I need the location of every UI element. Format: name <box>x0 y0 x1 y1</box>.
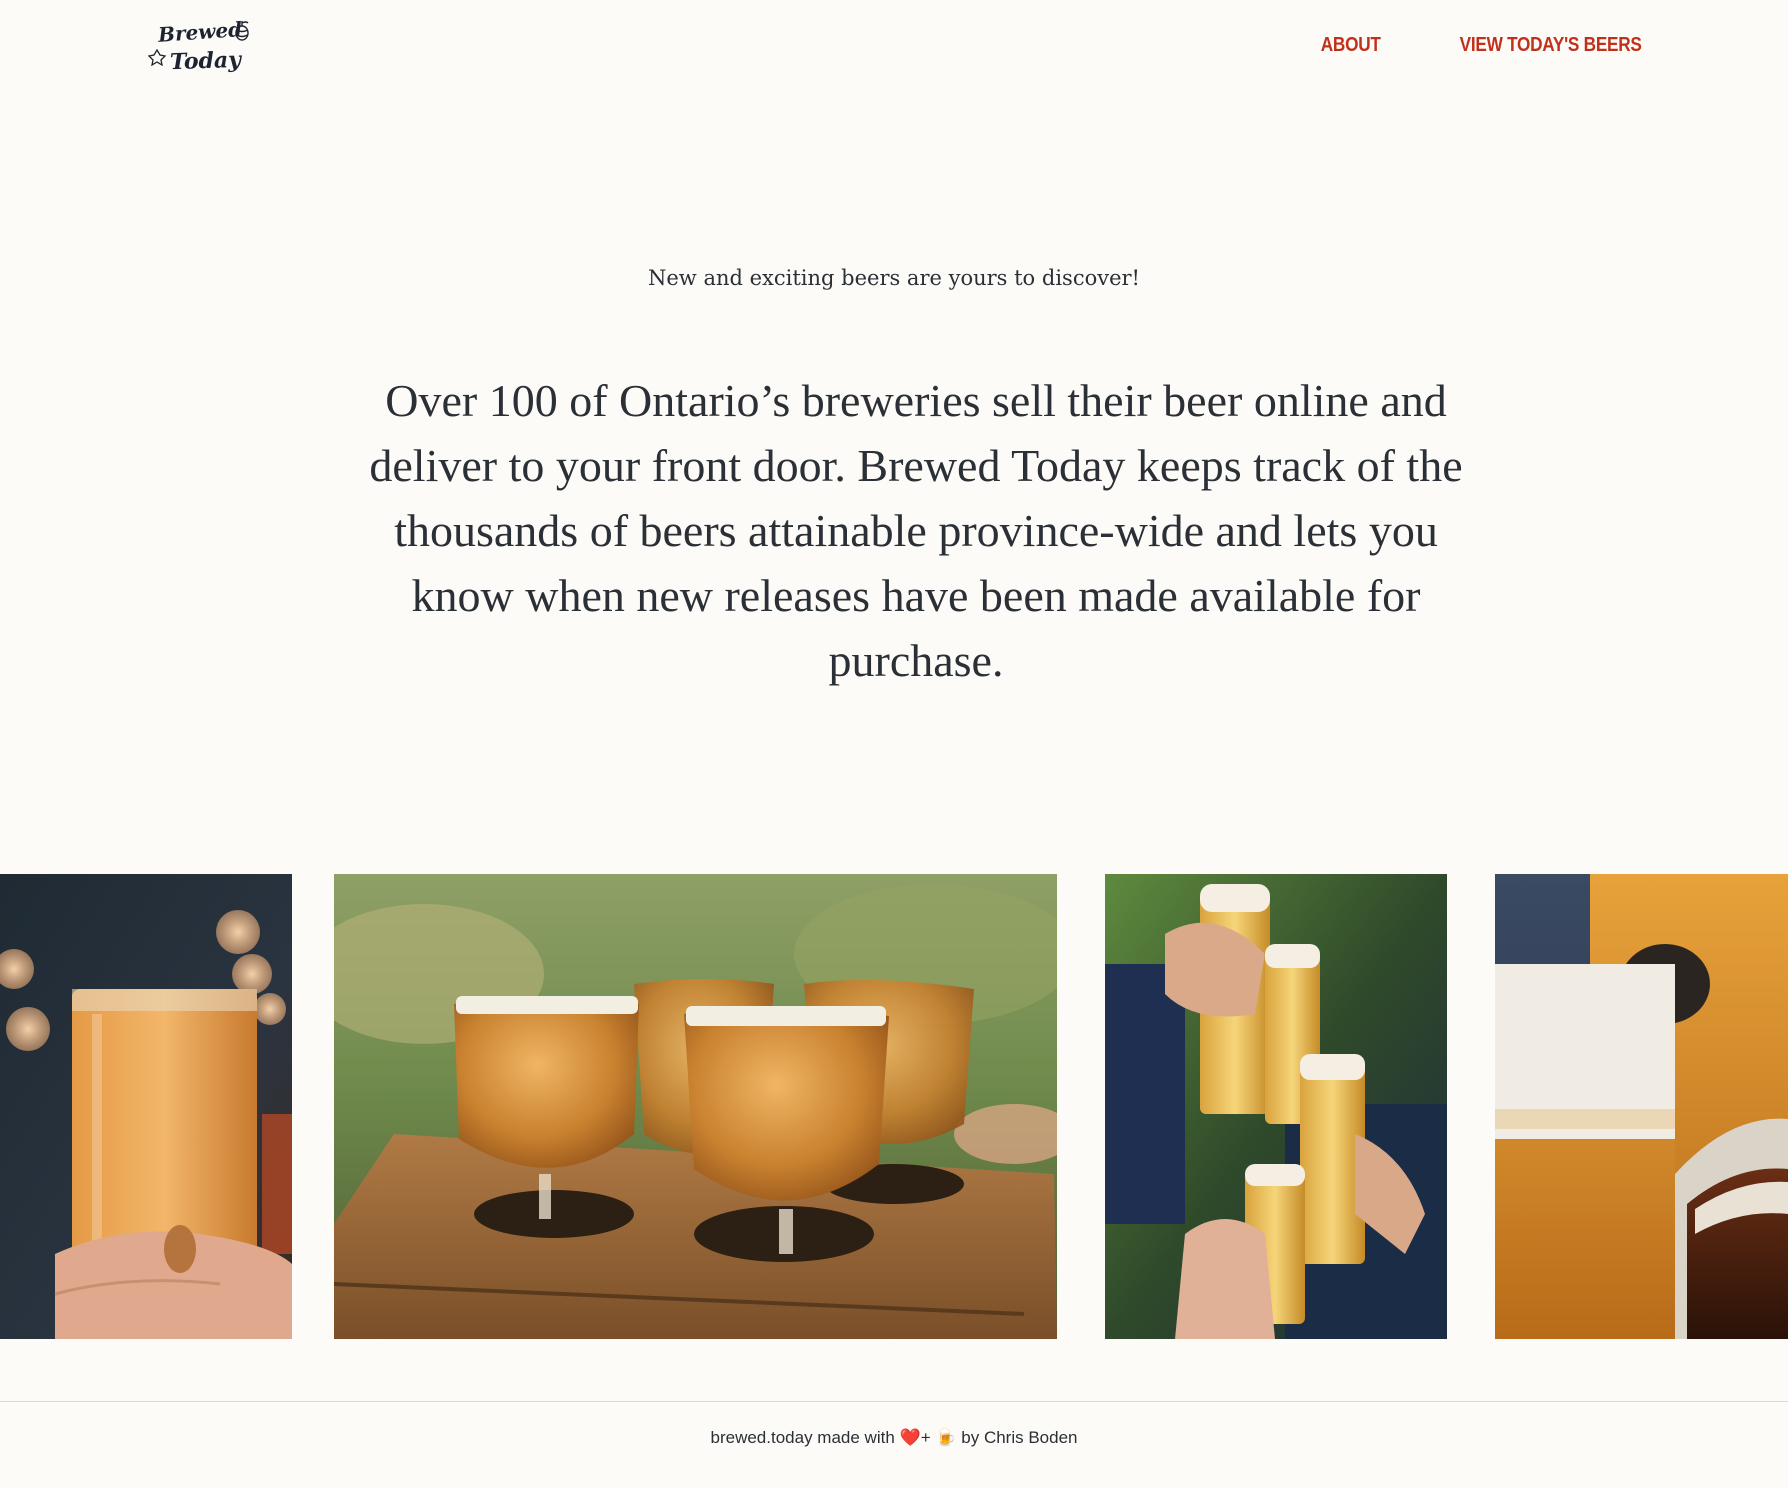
nav-link-about[interactable]: ABOUT <box>1320 34 1380 57</box>
hero-intro-paragraph: Over 100 of Ontario’s breweries sell the… <box>369 375 1463 686</box>
footer-divider <box>0 1401 1788 1402</box>
logo-word-today: Today <box>169 46 242 76</box>
logo-word-brewed: Brewed <box>157 17 243 47</box>
heart-icon: ❤️ <box>899 1428 921 1447</box>
hero-tagline: New and exciting beers are yours to disc… <box>647 266 1140 290</box>
nav-link-view-todays-beers[interactable]: VIEW TODAY'S BEERS <box>1460 34 1642 57</box>
footer-plus: + <box>920 1428 931 1447</box>
hop-leaf-icon <box>148 48 166 66</box>
footer-credit-prefix: brewed.today made with <box>710 1428 895 1447</box>
footer-credit-author[interactable]: by Chris Boden <box>961 1428 1077 1447</box>
main-nav: ABOUT VIEW TODAY'S BEERS <box>1311 34 1642 57</box>
site-footer: brewed.today made with ❤️+ 🍺 by Chris Bo… <box>0 1428 1788 1448</box>
beer-mug-icon: 🍺 <box>935 1428 957 1447</box>
photo-gallery <box>0 874 1788 1339</box>
hand-holding-pint-photo <box>0 874 292 1339</box>
hop-icon <box>235 21 249 41</box>
friends-cheers-photo <box>1105 874 1447 1339</box>
brewed-today-logo[interactable]: Brewed Today <box>148 17 252 82</box>
beer-glasses-closeup-photo <box>1495 874 1788 1339</box>
site-header: Brewed Today ABOUT VIEW TODAY'S BEERS <box>0 0 1788 110</box>
beer-flight-paddle-photo <box>334 874 1057 1339</box>
